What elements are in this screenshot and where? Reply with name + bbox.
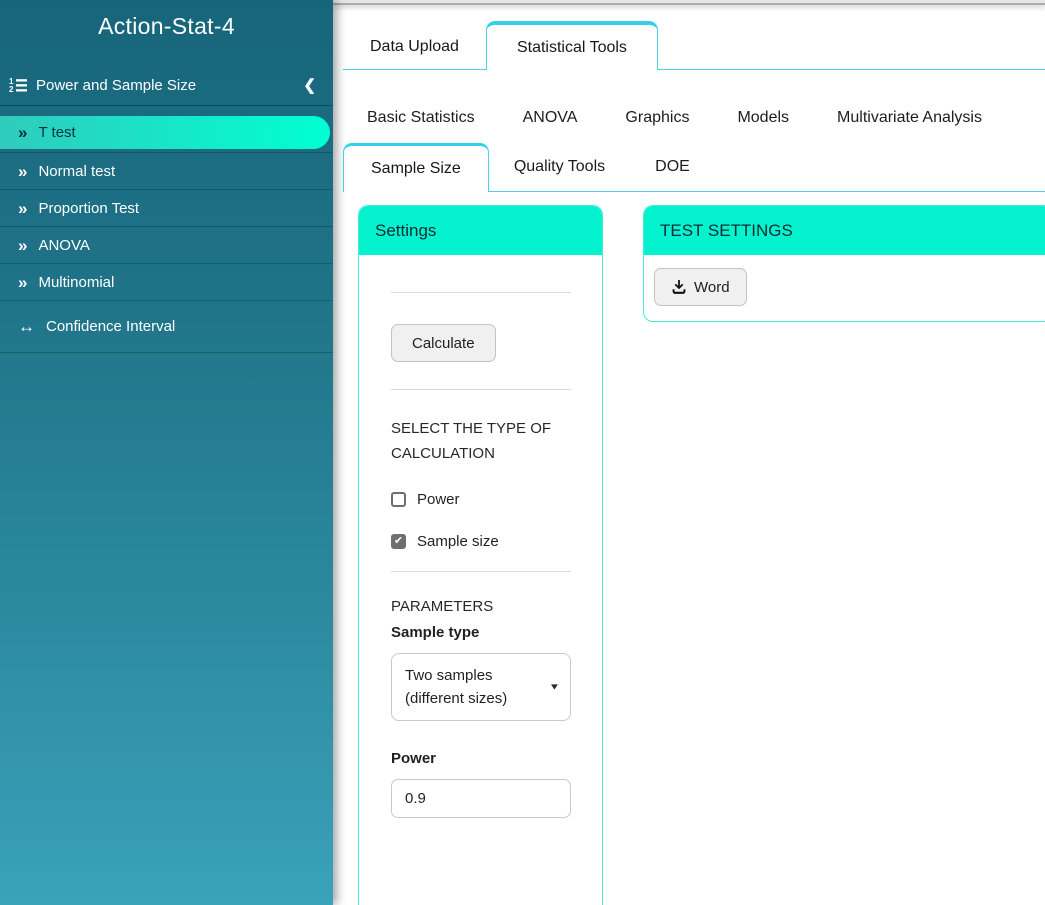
test-settings-panel-header: TEST SETTINGS [644,206,1045,255]
sidebar-item-proportion-test[interactable]: » Proportion Test [0,190,333,227]
sidebar-menu: » T test » Normal test » Proportion Test… [0,105,333,353]
sidebar-item-label: ANOVA [38,236,90,254]
settings-panel: Settings Calculate SELECT THE TYPE OF CA… [358,205,603,905]
sample-size-checkbox-label: Sample size [417,533,499,550]
test-settings-panel-body: Word [644,255,1045,319]
double-chevron-right-icon: » [18,198,28,218]
subtab-quality-tools[interactable]: Quality Tools [489,158,630,176]
word-download-button[interactable]: Word [654,268,747,306]
word-button-label: Word [694,278,730,296]
ordered-list-icon: 1 2 [9,77,27,93]
sidebar-item-multinomial[interactable]: » Multinomial [0,264,333,301]
sidebar-item-label: Proportion Test [38,199,140,217]
sample-type-select[interactable]: Two samples (different sizes) ▼ [391,653,571,721]
double-chevron-right-icon: » [18,272,28,292]
sidebar-item-normal-test[interactable]: » Normal test [0,153,333,190]
sidebar-item-label: T test [38,124,76,141]
check-icon: ✔ [393,535,404,547]
power-checkbox-row[interactable]: ✔ Power [391,491,571,508]
tool-tabs-row1: Basic Statistics ANOVA Graphics Models M… [343,93,1045,143]
subtab-strip-filler: Quality Tools DOE [488,143,1045,192]
content-area: Data Upload Statistical Tools Basic Stat… [333,5,1045,905]
subtab-doe[interactable]: DOE [630,158,715,176]
calculate-button[interactable]: Calculate [391,324,496,362]
power-input[interactable] [391,779,571,818]
main-area: Data Upload Statistical Tools Basic Stat… [333,0,1045,905]
download-icon [671,279,687,295]
power-field-label: Power [391,750,437,767]
tab-data-upload[interactable]: Data Upload [343,25,486,70]
divider [391,389,571,390]
subtab-multivariate-analysis[interactable]: Multivariate Analysis [813,109,1006,127]
subtab-basic-statistics[interactable]: Basic Statistics [343,109,499,127]
sidebar-section-power-and-sample-size[interactable]: 1 2 Power and Sample Size ❮ [0,67,333,103]
sample-type-label: Sample type [391,624,480,641]
svg-text:2: 2 [9,85,14,93]
double-chevron-right-icon: » [18,161,28,181]
sidebar-item-label: Confidence Interval [46,318,176,335]
panels-row: Settings Calculate SELECT THE TYPE OF CA… [358,205,1045,905]
divider [391,292,571,293]
settings-panel-body: Calculate SELECT THE TYPE OF CALCULATION… [359,255,602,838]
collapse-chevron-icon[interactable]: ❮ [303,76,316,94]
sample-size-checkbox-row[interactable]: ✔ Sample size [391,533,571,550]
sidebar-item-label: Multinomial [38,273,115,291]
parameters-heading: PARAMETERS [391,598,494,615]
sidebar: Action-Stat-4 1 2 Power and Sample Size … [0,0,333,905]
sidebar-item-confidence-interval[interactable]: ↔ Confidence Interval [0,301,333,353]
sidebar-item-t-test[interactable]: » T test [0,116,330,149]
test-settings-panel: TEST SETTINGS Word [643,205,1045,322]
double-chevron-right-icon: » [18,123,28,142]
sidebar-item-label: Normal test [38,162,116,180]
top-toolbar [333,0,1045,5]
power-checkbox-label: Power [417,491,460,508]
app-window: Action-Stat-4 1 2 Power and Sample Size … [0,0,1045,905]
sample-size-checkbox[interactable]: ✔ [391,534,406,549]
subtab-anova[interactable]: ANOVA [499,109,602,127]
app-title: Action-Stat-4 [98,13,235,39]
divider [391,571,571,572]
left-right-arrow-icon: ↔ [18,317,35,336]
subtab-sample-size[interactable]: Sample Size [343,143,489,192]
main-tabs: Data Upload Statistical Tools [343,21,1045,70]
subtab-graphics[interactable]: Graphics [601,109,713,127]
tool-tabs-row2: Sample Size Quality Tools DOE [343,143,1045,192]
caret-down-icon: ▼ [548,681,561,692]
tab-strip-filler [657,25,1045,70]
sidebar-section-label: Power and Sample Size [36,76,197,94]
sidebar-item-anova[interactable]: » ANOVA [0,227,333,264]
tab-statistical-tools[interactable]: Statistical Tools [485,21,658,70]
double-chevron-right-icon: » [18,235,28,255]
subtab-models[interactable]: Models [713,109,813,127]
calculation-type-heading: SELECT THE TYPE OF CALCULATION [391,420,552,462]
settings-panel-header: Settings [359,206,602,255]
power-checkbox[interactable]: ✔ [391,492,406,507]
sample-type-value: Two samples (different sizes) [405,667,508,707]
